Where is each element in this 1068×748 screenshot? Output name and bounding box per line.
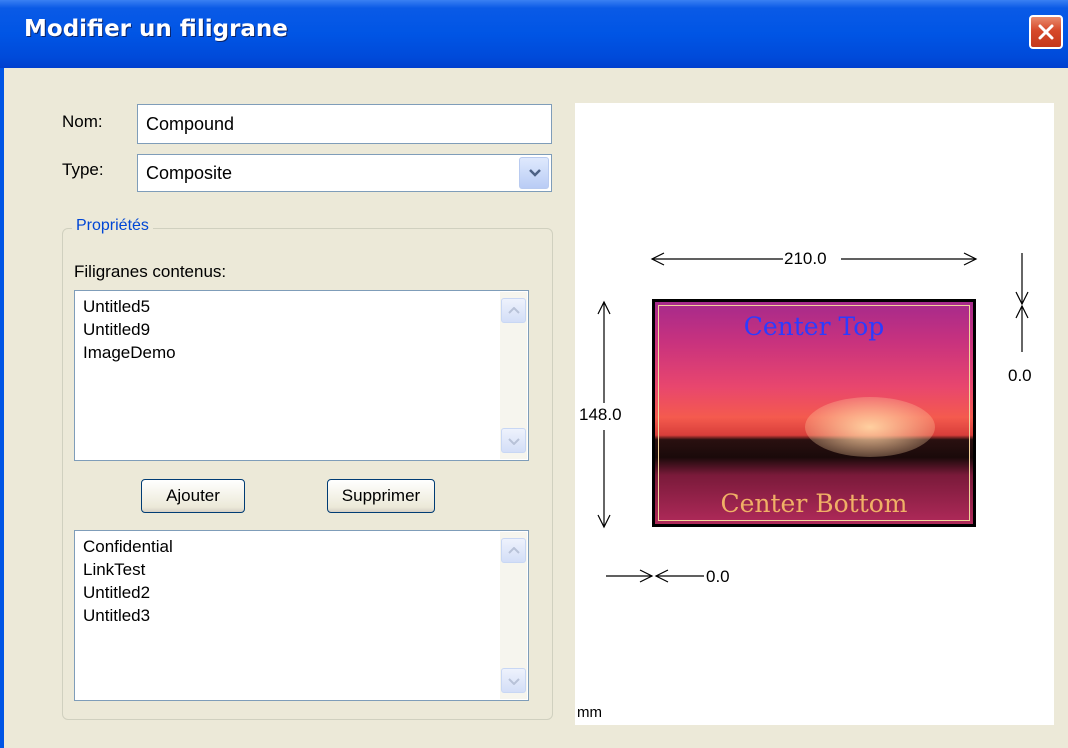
add-button[interactable]: Ajouter — [141, 479, 245, 513]
name-value: Compound — [146, 113, 235, 134]
scroll-down-button[interactable] — [501, 428, 526, 453]
type-value: Composite — [146, 162, 233, 183]
list-item[interactable]: Untitled9 — [75, 318, 528, 341]
close-button[interactable] — [1029, 15, 1063, 49]
scrollbar[interactable] — [500, 532, 527, 699]
list-item[interactable]: Untitled5 — [75, 295, 528, 318]
type-dropdown[interactable]: Composite — [137, 154, 552, 192]
height-dimension: 148.0 — [579, 405, 622, 424]
watermark-image: Center Top Center Bottom — [652, 299, 976, 527]
chevron-down-icon — [508, 678, 520, 685]
properties-group-title: Propriétés — [72, 217, 153, 235]
list-item[interactable]: LinkTest — [75, 558, 528, 581]
list-item[interactable]: Untitled3 — [75, 604, 528, 627]
scroll-up-button[interactable] — [501, 538, 526, 563]
scrollbar[interactable] — [500, 292, 527, 459]
image-bottom-text: Center Bottom — [720, 489, 908, 518]
available-listbox[interactable]: Confidential LinkTest Untitled2 Untitled… — [74, 530, 529, 701]
contained-listbox[interactable]: Untitled5 Untitled9 ImageDemo — [74, 290, 529, 461]
unit-label: mm — [577, 704, 602, 721]
scroll-down-button[interactable] — [501, 668, 526, 693]
name-label: Nom: — [62, 112, 103, 131]
name-field[interactable]: Compound — [137, 104, 552, 144]
chevron-up-icon — [508, 307, 520, 314]
list-item[interactable]: Untitled2 — [75, 581, 528, 604]
chevron-down-icon — [529, 169, 541, 177]
chevron-down-icon — [508, 438, 520, 445]
close-icon — [1038, 24, 1054, 40]
width-dimension: 210.0 — [784, 249, 827, 268]
image-top-text: Center Top — [743, 312, 885, 341]
list-item[interactable]: Confidential — [75, 535, 528, 558]
contained-label: Filigranes contenus: — [74, 262, 227, 281]
list-item[interactable]: ImageDemo — [75, 341, 528, 364]
window-title: Modifier un filigrane — [24, 16, 288, 42]
scroll-up-button[interactable] — [501, 298, 526, 323]
title-bar[interactable]: Modifier un filigrane — [0, 0, 1068, 68]
dropdown-button[interactable] — [519, 157, 549, 189]
chevron-up-icon — [508, 547, 520, 554]
remove-button[interactable]: Supprimer — [327, 479, 435, 513]
right-offset-value: 0.0 — [1008, 366, 1032, 385]
type-label: Type: — [62, 160, 104, 179]
bottom-offset-value: 0.0 — [706, 567, 730, 586]
